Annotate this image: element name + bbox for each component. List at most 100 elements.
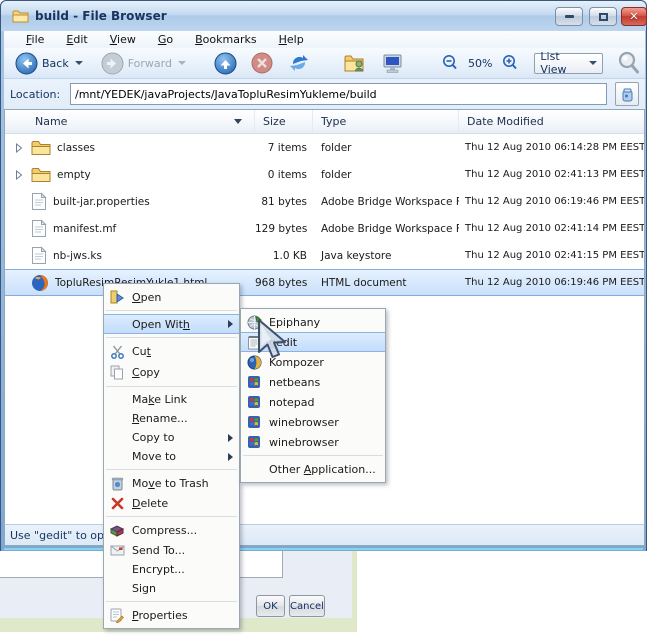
table-row[interactable]: nb-jws.ks 1.0 KB Java keystore Thu 12 Au… — [5, 242, 644, 269]
open-with-winebrowser-2[interactable]: winebrowser — [241, 432, 385, 452]
toolbar: Back Forward 50% List View — [4, 48, 645, 79]
menu-go[interactable]: Go — [149, 32, 182, 47]
context-open[interactable]: Open — [104, 287, 239, 307]
file-modified: Thu 12 Aug 2010 02:41:15 PM EEST — [465, 250, 644, 261]
menu-separator — [106, 386, 237, 387]
up-button[interactable] — [211, 50, 240, 77]
table-row[interactable]: classes 7 items folder Thu 12 Aug 2010 0… — [5, 134, 644, 161]
windows-app-icon — [245, 434, 263, 450]
menu-bookmarks[interactable]: Bookmarks — [186, 32, 265, 47]
firefox-icon — [32, 274, 48, 291]
file-modified: Thu 12 Aug 2010 06:19:46 PM EEST — [465, 196, 644, 207]
location-edit-button[interactable] — [615, 82, 639, 106]
maximize-button[interactable] — [589, 7, 617, 26]
trash-icon — [108, 475, 126, 491]
context-delete[interactable]: Delete — [104, 493, 239, 513]
column-header-type[interactable]: Type — [313, 110, 459, 133]
context-open-with[interactable]: Open With — [104, 314, 239, 334]
context-encrypt[interactable]: Encrypt... — [104, 560, 239, 579]
view-mode-select[interactable]: List View — [534, 50, 603, 76]
context-move-to[interactable]: Move to — [104, 447, 239, 466]
desktop-button[interactable] — [378, 50, 408, 76]
status-bar: Use "gedit" to open — [4, 524, 645, 546]
windows-app-icon — [245, 394, 263, 410]
window-bottom-accent — [4, 548, 643, 550]
file-name: built-jar.properties — [53, 195, 150, 208]
expander-icon[interactable] — [13, 142, 25, 153]
location-input[interactable]: /mnt/YEDEK/javaProjects/JavaTopluResimYu… — [70, 83, 607, 105]
open-with-other-application[interactable]: Other Application... — [241, 459, 385, 479]
delete-x-icon — [108, 495, 126, 511]
reload-icon — [289, 55, 308, 71]
context-compress[interactable]: Compress... — [104, 520, 239, 540]
file-type: Adobe Bridge Workspace File — [321, 195, 459, 208]
zoom-out-button[interactable] — [438, 52, 462, 74]
cancel-button[interactable]: Cancel — [289, 595, 325, 617]
home-button[interactable] — [340, 50, 370, 76]
location-bar: Location: /mnt/YEDEK/javaProjects/JavaTo… — [4, 79, 645, 109]
file-name: manifest.mf — [53, 222, 117, 235]
reload-button[interactable] — [284, 49, 314, 77]
forward-label: Forward — [127, 56, 172, 70]
context-copy-to[interactable]: Copy to — [104, 428, 239, 447]
file-type: folder — [321, 141, 352, 154]
ok-button[interactable]: OK — [256, 595, 285, 617]
context-cut[interactable]: Cut — [104, 341, 239, 362]
table-row[interactable]: built-jar.properties 81 bytes Adobe Brid… — [5, 188, 644, 215]
search-button[interactable] — [613, 48, 645, 78]
minimize-icon — [564, 15, 574, 18]
menu-separator — [106, 601, 237, 602]
forward-button[interactable]: Forward — [98, 50, 189, 77]
file-size: 7 items — [267, 141, 307, 154]
back-button[interactable]: Back — [12, 50, 86, 77]
context-copy[interactable]: Copy — [104, 362, 239, 383]
menubar: File Edit View Go Bookmarks Help — [4, 31, 645, 48]
location-edit-icon — [622, 88, 632, 101]
context-properties[interactable]: Properties — [104, 605, 239, 625]
column-header-size[interactable]: Size — [255, 110, 313, 133]
context-rename[interactable]: Rename... — [104, 409, 239, 428]
maximize-icon — [598, 12, 608, 21]
location-path: /mnt/YEDEK/javaProjects/JavaTopluResimYu… — [75, 87, 377, 101]
zoom-in-button[interactable] — [498, 52, 522, 74]
context-sign[interactable]: Sign — [104, 579, 239, 598]
desktop-icon — [383, 54, 402, 73]
column-header-modified[interactable]: Date Modified — [459, 110, 644, 133]
submenu-arrow-icon — [228, 433, 233, 442]
document-icon — [32, 246, 47, 264]
open-with-winebrowser[interactable]: winebrowser — [241, 412, 385, 432]
close-button[interactable]: ✕ — [621, 7, 647, 26]
table-row[interactable]: manifest.mf 129 bytes Adobe Bridge Works… — [5, 215, 644, 242]
titlebar[interactable]: build - File Browser ✕ — [1, 1, 647, 31]
menu-file[interactable]: File — [17, 32, 53, 47]
scissors-icon — [108, 344, 126, 360]
open-with-notepad[interactable]: notepad — [241, 392, 385, 412]
submenu-arrow-icon — [228, 320, 233, 328]
context-send-to[interactable]: Send To... — [104, 540, 239, 560]
table-row-selected[interactable]: TopluResimResimYukle1.html 968 bytes HTM… — [5, 269, 644, 296]
file-type: Adobe Bridge Workspace File — [321, 222, 459, 235]
menu-edit[interactable]: Edit — [57, 32, 96, 47]
open-with-netbeans[interactable]: netbeans — [241, 372, 385, 392]
open-folder-icon — [108, 289, 126, 305]
menu-separator — [106, 469, 237, 470]
zoom-level: 50% — [467, 56, 493, 70]
menu-help[interactable]: Help — [270, 32, 313, 47]
file-name: classes — [57, 141, 95, 154]
view-mode-value: List View — [540, 50, 567, 76]
menu-separator — [243, 455, 383, 456]
expander-icon[interactable] — [13, 169, 25, 180]
context-move-to-trash[interactable]: Move to Trash — [104, 473, 239, 493]
column-header-name[interactable]: Name — [5, 110, 255, 133]
menu-separator — [106, 310, 237, 311]
file-modified: Thu 12 Aug 2010 06:14:28 PM EEST — [465, 142, 644, 153]
file-type: folder — [321, 168, 352, 181]
stop-button[interactable] — [248, 50, 276, 76]
minimize-button[interactable] — [555, 7, 583, 26]
table-row[interactable]: empty 0 items folder Thu 12 Aug 2010 02:… — [5, 161, 644, 188]
mouse-cursor — [253, 318, 297, 364]
list-header: Name Size Type Date Modified — [5, 110, 644, 134]
home-folder-icon — [344, 55, 364, 72]
menu-view[interactable]: View — [101, 32, 145, 47]
context-make-link[interactable]: Make Link — [104, 390, 239, 409]
